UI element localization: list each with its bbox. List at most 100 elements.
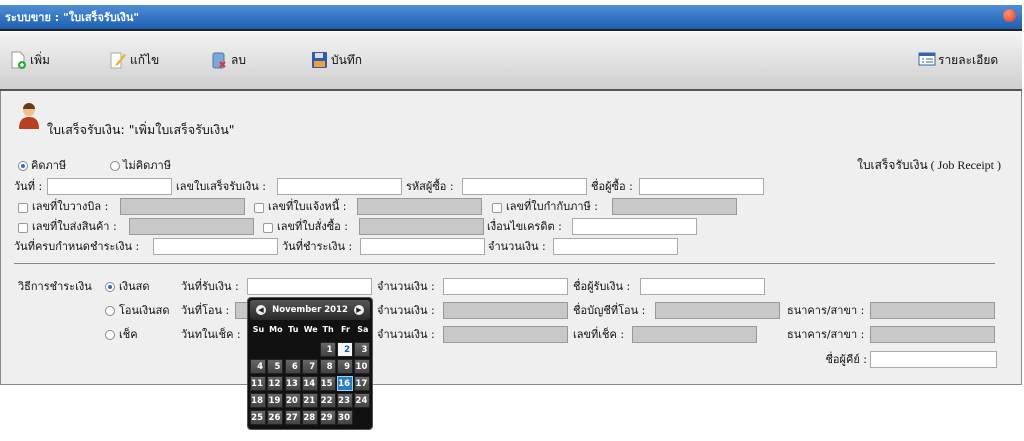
billing-no-input[interactable] [120,198,245,215]
cheque-date-label: วันทในเช็ค : [181,328,241,341]
calendar-day[interactable]: 15 [319,376,336,391]
invoice-no-checkbox[interactable] [254,203,264,213]
calendar-day[interactable]: 19 [267,393,284,408]
window-titlebar: ระบบขาย : "ใบเสร็จรับเงิน" [0,5,1022,31]
calendar-day[interactable]: 25 [250,410,266,425]
calendar-day[interactable]: 12 [267,376,284,391]
calendar-day[interactable]: 18 [250,393,266,408]
delivery-no-label: เลขที่ใบส่งสินค้า : [32,220,117,233]
calendar-day[interactable]: 27 [284,410,301,425]
calendar-day[interactable]: 17 [354,376,371,391]
cheque-radio[interactable] [105,330,115,340]
amount-input[interactable] [553,238,678,255]
weekday-header: Th [322,325,334,334]
account-name-input[interactable] [655,302,780,319]
toolbar: เพิ่ม แก้ไข ลบ บันทึก รายละเอียด [0,32,1022,91]
calendar-day[interactable]: 21 [302,393,319,408]
payment-method-label: วิธีการชำระเงิน [18,280,92,293]
cheque-no-label: เลขที่เช็ค : [573,328,625,341]
po-no-input[interactable] [359,218,484,235]
customer-service-avatar-icon [18,103,40,129]
buyer-name-input[interactable] [639,178,764,195]
with-tax-radio[interactable] [18,161,28,171]
datepicker-header: ◀ November 2012 ▶ [250,300,370,320]
tax-invoice-no-input[interactable] [612,198,737,215]
cheque-no-input[interactable] [632,326,757,343]
details-button[interactable]: รายละเอียด [918,49,998,71]
calendar-day[interactable]: 23 [337,393,353,408]
receive-date-label: วันที่รับเงิน : [181,280,239,293]
calendar-day[interactable]: 22 [319,393,336,408]
payment-date-input[interactable] [360,238,485,255]
transfer-date-label: วันที่โอน : [181,304,230,317]
prev-month-icon[interactable]: ◀ [256,305,266,315]
calendar-day[interactable]: 8 [319,359,336,374]
calendar-day[interactable]: 14 [302,376,319,391]
delivery-no-input[interactable] [129,218,254,235]
calendar-day[interactable]: 30 [337,410,353,425]
calendar-day[interactable]: 3 [354,342,371,357]
transfer-bank-input[interactable] [870,302,995,319]
receive-date-input[interactable] [247,278,372,295]
save-button[interactable]: บันทึก [311,49,362,71]
billing-no-checkbox[interactable] [18,203,28,213]
close-button[interactable] [1003,9,1016,22]
calendar-day[interactable]: 20 [284,393,301,408]
keyed-by-input[interactable] [870,351,997,368]
buyer-code-label: รหัสผู้ซื้อ : [406,180,454,193]
details-list-icon [918,51,936,69]
calendar-day[interactable]: 6 [284,359,301,374]
weekday-header: Mo [269,325,283,334]
cash-radio[interactable] [105,282,115,292]
invoice-no-label: เลขที่ใบแจ้งหนี้ : [268,200,347,213]
calendar-day[interactable]: 9 [337,359,353,374]
month-label: November 2012 [272,305,348,315]
payment-date-label: วันที่ชำระเงิน : [282,240,353,253]
date-input[interactable] [47,178,172,195]
calendar-day[interactable]: 28 [302,410,319,425]
calendar-day[interactable]: 1 [319,342,336,357]
details-label: รายละเอียด [938,52,999,67]
transfer-amount-input[interactable] [443,302,568,319]
calendar-day[interactable]: 24 [354,393,371,408]
receipt-no-input[interactable] [277,178,402,195]
credit-terms-input[interactable] [572,218,697,235]
receiver-name-label: ชื่อผู้รับเงิน : [573,280,631,293]
calendar-day[interactable]: 7 [302,359,319,374]
delivery-no-checkbox[interactable] [18,223,28,233]
cheque-bank-input[interactable] [870,326,995,343]
credit-terms-label: เงื่อนไขเครดิต : [487,220,562,233]
cheque-label: เช็ค [119,328,138,341]
calendar-day[interactable]: 4 [250,359,266,374]
calendar-day[interactable]: 13 [284,376,301,391]
cash-label: เงินสด [119,280,150,293]
calendar-day[interactable]: 11 [250,376,266,391]
transfer-radio[interactable] [105,306,115,316]
without-tax-radio[interactable] [110,161,120,171]
calendar-day[interactable]: 26 [267,410,284,425]
invoice-no-input[interactable] [357,198,482,215]
cash-amount-input[interactable] [443,278,568,295]
weekday-header: Su [252,325,265,334]
due-date-input[interactable] [153,238,278,255]
delete-label: ลบ [231,52,246,67]
calendar-day[interactable]: 29 [319,410,336,425]
next-month-icon[interactable]: ▶ [354,305,364,315]
calendar-day[interactable]: 2 [337,342,353,357]
receiver-name-input[interactable] [640,278,765,295]
buyer-code-input[interactable] [462,178,587,195]
edit-button[interactable]: แก้ไข [110,49,159,71]
po-no-checkbox[interactable] [263,223,273,233]
add-button[interactable]: เพิ่ม [10,49,50,71]
add-label: เพิ่ม [30,52,50,67]
without-tax-label: ไม่คิดภาษี [123,159,171,172]
delete-button[interactable]: ลบ [211,49,246,71]
tax-invoice-no-label: เลขที่ใบกำกับภาษี : [506,200,598,213]
weekday-header: Tu [288,325,299,334]
cheque-amount-input[interactable] [443,326,568,343]
weekday-header: Sa [357,325,369,334]
tax-invoice-no-checkbox[interactable] [492,203,502,213]
calendar-day[interactable]: 10 [354,359,371,374]
calendar-day-selected[interactable]: 16 [337,376,353,391]
calendar-day[interactable]: 5 [267,359,284,374]
